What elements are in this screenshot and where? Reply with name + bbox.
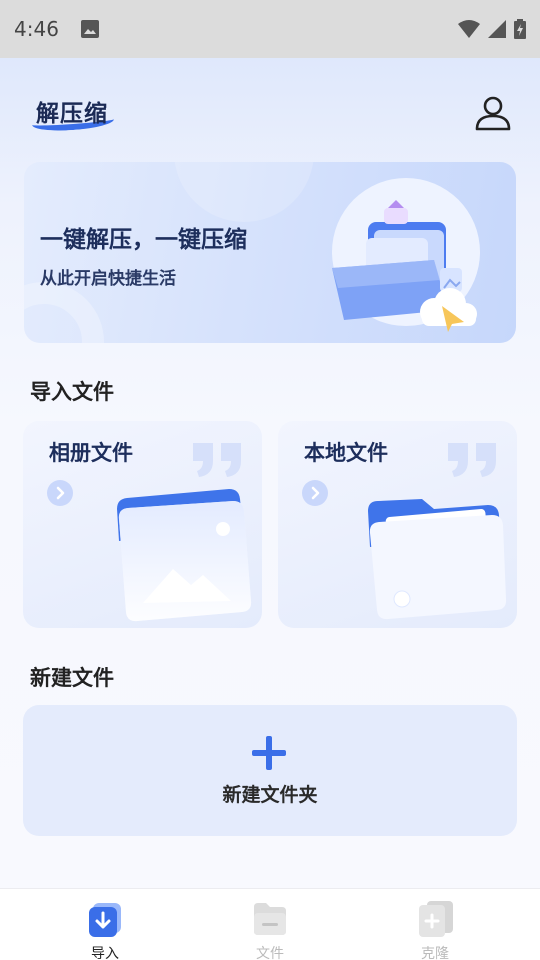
import-section-title: 导入文件 — [30, 380, 114, 404]
status-bar: 4:46 — [0, 0, 540, 58]
clone-icon — [419, 901, 453, 937]
banner-title: 一键解压，一键压缩 — [40, 227, 247, 253]
battery-icon — [514, 19, 526, 39]
nav-label-files: 文件 — [256, 946, 284, 960]
local-files-card[interactable]: 本地文件 — [278, 421, 517, 628]
local-files-label: 本地文件 — [304, 441, 388, 465]
album-files-card[interactable]: 相册文件 — [23, 421, 262, 628]
bottom-nav: 导入 文件 克隆 — [0, 888, 540, 960]
nav-tab-clone[interactable]: 克隆 — [375, 889, 495, 960]
signal-icon — [488, 20, 506, 38]
banner-subtitle: 从此开启快捷生活 — [40, 269, 176, 289]
promo-banner[interactable]: 一键解压，一键压缩 从此开启快捷生活 — [24, 162, 516, 343]
status-time: 4:46 — [14, 17, 59, 41]
wifi-icon — [458, 20, 480, 38]
nav-tab-import[interactable]: 导入 — [45, 889, 165, 960]
app-title: 解压缩 — [36, 101, 108, 127]
app-logo: 解压缩 — [31, 94, 122, 136]
nav-tab-files[interactable]: 文件 — [210, 889, 330, 960]
banner-decoration — [174, 162, 314, 222]
plus-icon — [252, 736, 286, 770]
photo-album-icon — [117, 489, 252, 622]
quote-mark-icon — [193, 443, 241, 477]
folder-illustration-icon — [332, 178, 480, 332]
new-folder-label: 新建文件夹 — [222, 784, 318, 806]
new-section-title: 新建文件 — [30, 666, 114, 690]
album-files-label: 相册文件 — [49, 441, 133, 465]
files-icon — [254, 903, 286, 935]
nav-label-clone: 克隆 — [421, 946, 449, 960]
nav-label-import: 导入 — [91, 946, 119, 960]
new-folder-button[interactable]: 新建文件夹 — [23, 705, 517, 836]
banner-decoration — [24, 282, 104, 343]
chevron-right-icon — [47, 480, 73, 506]
main-content: 解压缩 一键解压，一键压缩 从此开启快捷生活 导入文件 相册文件 本地文件 新建… — [0, 58, 540, 888]
chevron-right-icon — [302, 480, 328, 506]
import-icon — [89, 903, 121, 937]
image-icon — [80, 20, 99, 38]
user-icon[interactable] — [474, 94, 512, 132]
folder-icon — [368, 499, 507, 620]
quote-mark-icon — [448, 443, 496, 477]
